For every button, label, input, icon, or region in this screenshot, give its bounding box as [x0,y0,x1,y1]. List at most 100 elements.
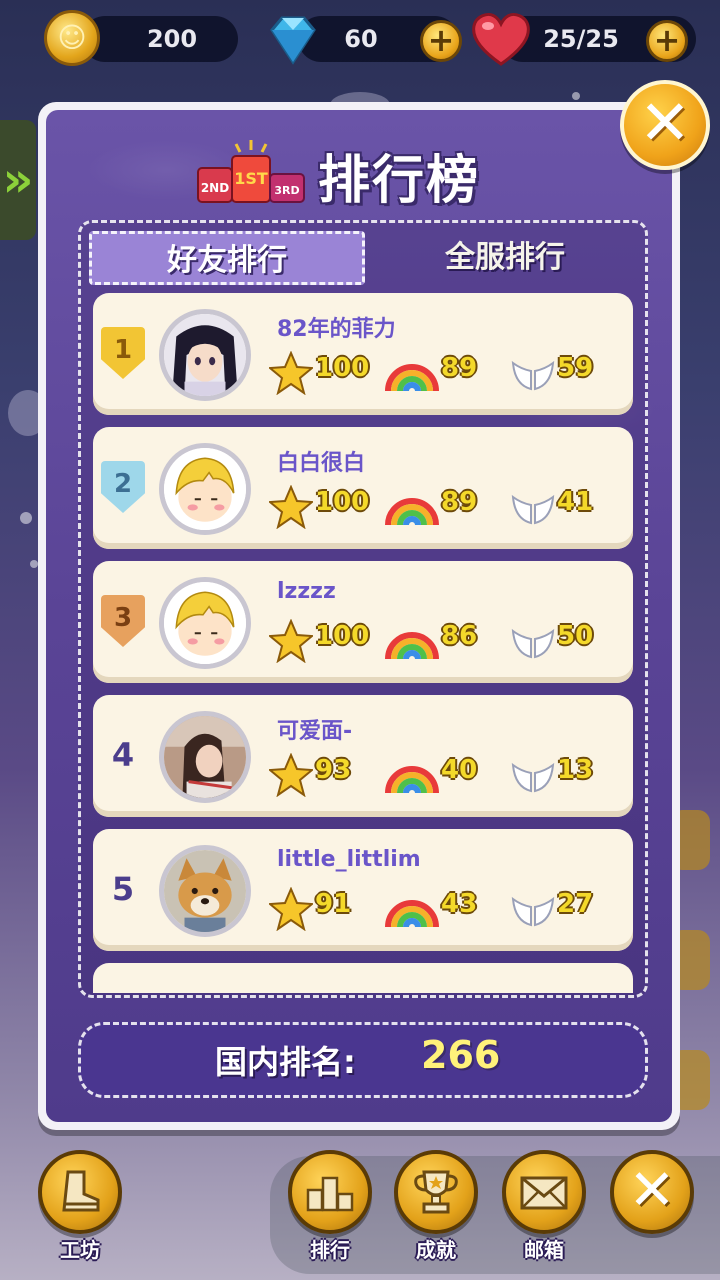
national-rank-bar: 国内排名: 266 [78,1022,648,1098]
podium-nav-icon [306,1176,354,1212]
leaderboard-list-frame: 好友排行 全服排行 1 82年的菲力 100 89 59 2 白白很白 100 … [78,220,648,998]
rainbows-value: 89 [441,487,478,517]
blond-boy-avatar [159,443,251,535]
wings-icon [511,494,555,525]
tab-friends-ranking[interactable]: 好友排行 [89,231,365,285]
star-icon [269,351,313,395]
stars-value: 93 [315,755,352,785]
rank-number: 4 [111,736,135,774]
side-arrow-tab[interactable]: » [0,120,36,240]
player-name: 白白很白 [277,451,366,476]
ranking-nav-button[interactable]: 排行 [282,1150,378,1270]
bg-decoration [20,512,32,524]
rainbow-icon [385,364,439,392]
stars-value: 100 [315,621,370,651]
wings-icon [511,762,555,793]
close-dialog-button[interactable]: ✕ [620,80,710,170]
podium-label-2nd: 2ND [201,181,229,195]
podium-label-1st: 1ST [234,169,268,188]
national-rank-label: 国内排名: [215,1043,356,1081]
heart-icon [472,12,530,66]
player-name: little_littlim [277,847,421,872]
ranking-nav-label: 排行 [310,1238,350,1262]
ranking-list[interactable]: 1 82年的菲力 100 89 59 2 白白很白 100 89 41 3 lz… [93,293,633,993]
shiba-dog-avatar [159,845,251,937]
envelope-icon [520,1176,568,1210]
achievements-icon-circle [394,1150,478,1234]
ranking-row[interactable]: 1 82年的菲力 100 89 59 [93,293,633,415]
workshop-label: 工坊 [60,1238,100,1262]
mailbox-icon-circle [502,1150,586,1234]
ranking-icon-circle [288,1150,372,1234]
boot-icon [62,1170,100,1212]
close-menu-button[interactable]: ✕ [604,1150,700,1270]
star-icon [269,887,313,931]
rainbows-value: 86 [441,621,478,651]
girl-photo-avatar [159,711,251,803]
wings-value: 27 [557,889,594,919]
leaderboard-dialog: 2ND 1ST 3RD 排行榜 好友排行 全服排行 1 82年的菲力 100 8… [38,102,680,1130]
ranking-row[interactable]: 2 白白很白 100 89 41 [93,427,633,549]
coin-count: 200 [146,25,198,53]
ranking-row[interactable]: 5 little_littlim 91 43 27 [93,829,633,951]
rainbows-value: 43 [441,889,478,919]
player-name: lzzzz [277,579,336,604]
achievements-label: 成就 [416,1238,456,1262]
wings-value: 59 [557,353,594,383]
rainbow-icon [385,900,439,928]
ranking-row[interactable]: 3 lzzzz 100 86 50 [93,561,633,683]
workshop-button[interactable]: 工坊 [32,1150,128,1270]
page-title: 排行榜 [318,151,481,211]
stars-value: 91 [315,889,352,919]
leaderboard-tabs: 好友排行 全服排行 [89,231,643,285]
rainbows-value: 89 [441,353,478,383]
rainbow-icon [385,766,439,794]
mailbox-label: 邮箱 [524,1238,564,1262]
bronze-rank-badge: 3 [101,595,145,647]
blond-boy-avatar [159,577,251,669]
mailbox-button[interactable]: 邮箱 [496,1150,592,1270]
lives-count: 25/25 [543,25,619,53]
rank-number: 5 [111,870,135,908]
coin-counter: 200 [82,16,238,62]
player-name: 82年的菲力 [277,317,396,342]
bg-decoration [30,560,38,568]
wings-icon [511,896,555,927]
achievements-button[interactable]: 成就 [388,1150,484,1270]
leaderboard-panel: 2ND 1ST 3RD 排行榜 好友排行 全服排行 1 82年的菲力 100 8… [46,110,672,1122]
podium-label-3rd: 3RD [274,184,299,197]
wings-value: 13 [557,755,594,785]
wings-icon [511,360,555,391]
resource-bar: 200 ☺ 60 + 25/25 + [0,10,720,70]
star-icon [269,619,313,663]
add-lives-button[interactable]: + [646,20,688,62]
add-gems-button[interactable]: + [420,20,462,62]
national-rank-value: 266 [421,1033,501,1077]
trophy-icon [414,1170,458,1214]
bottom-nav: 工坊 排行 成就 邮箱 ✕ [0,1140,720,1280]
player-name: 可爱面- [277,719,353,744]
diamond-icon [270,16,316,65]
silver-rank-badge: 2 [101,461,145,513]
bg-decoration [572,92,580,100]
podium-icon: 2ND 1ST 3RD [197,140,305,203]
anime-girl-avatar [159,309,251,401]
rainbows-value: 40 [441,755,478,785]
gold-rank-badge: 1 [101,327,145,379]
coin-icon: ☺ [44,10,100,66]
star-icon [269,485,313,529]
stars-value: 100 [315,353,370,383]
star-icon [269,753,313,797]
workshop-icon-circle [38,1150,122,1234]
wings-value: 41 [557,487,594,517]
gem-count: 60 [344,25,378,53]
ranking-row[interactable]: 4 可爱面- 93 40 13 [93,695,633,817]
tab-server-ranking[interactable]: 全服排行 [367,231,643,285]
rainbow-icon [385,498,439,526]
ranking-row[interactable] [93,963,633,993]
wings-value: 50 [557,621,594,651]
stars-value: 100 [315,487,370,517]
close-icon: ✕ [610,1150,694,1234]
wings-icon [511,628,555,659]
rainbow-icon [385,632,439,660]
